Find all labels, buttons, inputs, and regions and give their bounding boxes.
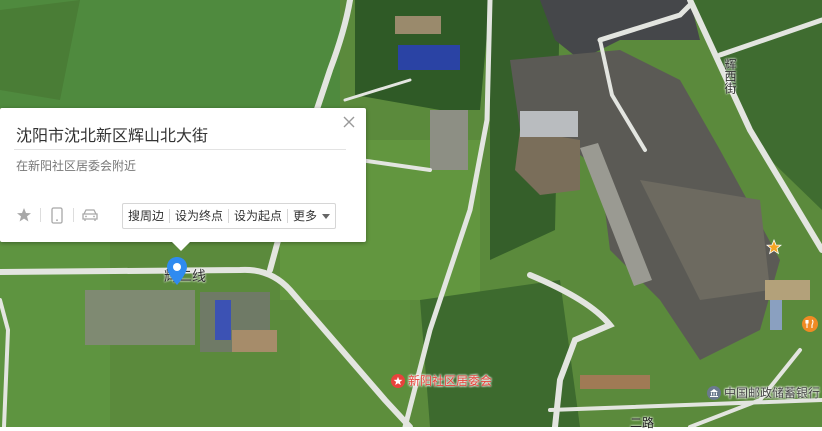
search-nearby-button[interactable]: 搜周边 bbox=[123, 204, 169, 228]
popup-divider bbox=[14, 149, 346, 150]
road-label-huixi-street: 辉西街 bbox=[723, 58, 737, 94]
chevron-down-icon bbox=[322, 213, 331, 219]
popup-address: 在新阳社区居委会附近 bbox=[16, 159, 137, 173]
poi-red-star-icon bbox=[391, 373, 405, 388]
set-as-start-button[interactable]: 设为起点 bbox=[229, 204, 287, 228]
popup-title: 沈阳市沈北新区辉山北大街 bbox=[16, 126, 209, 145]
star-icon[interactable] bbox=[14, 206, 34, 224]
poi-label: 新阳社区居委会 bbox=[408, 374, 493, 388]
car-icon[interactable] bbox=[80, 206, 100, 224]
popup-action-bar: 搜周边 设为终点 设为起点 更多 bbox=[122, 203, 337, 229]
orange-food-poi-icon[interactable] bbox=[802, 316, 818, 332]
poi-xinyang-community[interactable]: 新阳社区居委会 bbox=[391, 372, 492, 389]
icon-divider bbox=[73, 208, 74, 222]
poi-postal-savings-bank[interactable]: 中国邮政储蓄银行 bbox=[707, 384, 820, 401]
more-dropdown-button[interactable]: 更多 bbox=[288, 204, 335, 228]
popup-icon-group bbox=[14, 206, 100, 224]
icon-divider bbox=[40, 208, 41, 222]
location-info-popup: 沈阳市沈北新区辉山北大街 在新阳社区居委会附近 搜周边 设为终点 设为起点 更多 bbox=[0, 108, 366, 251]
phone-icon[interactable] bbox=[47, 206, 67, 224]
poi-label: 中国邮政储蓄银行 bbox=[724, 386, 821, 400]
set-as-destination-button[interactable]: 设为终点 bbox=[170, 204, 228, 228]
road-label-second-road: 二路 bbox=[630, 416, 655, 430]
orange-star-poi-icon[interactable] bbox=[765, 238, 783, 259]
location-marker-icon[interactable] bbox=[166, 256, 188, 290]
bank-icon bbox=[707, 385, 721, 400]
close-icon[interactable] bbox=[342, 114, 356, 128]
